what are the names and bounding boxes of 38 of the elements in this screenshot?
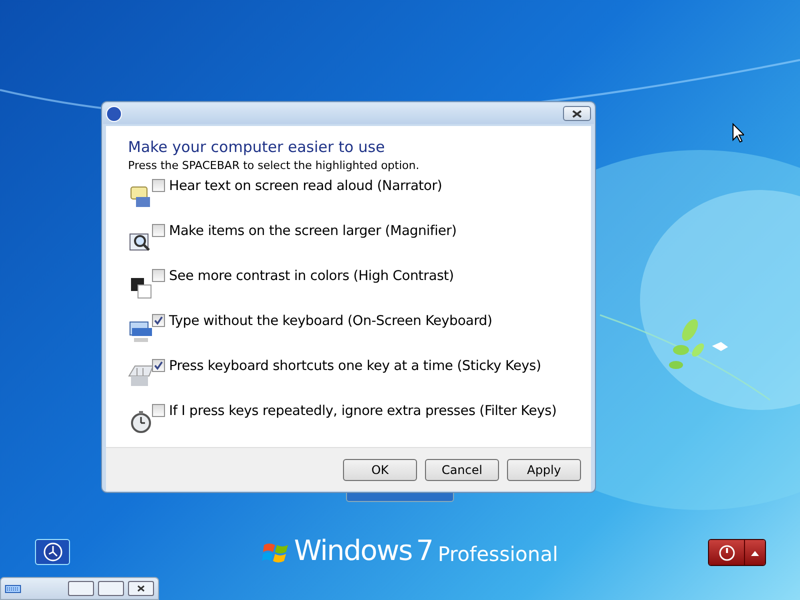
caret-icon: [751, 550, 759, 556]
option-label[interactable]: See more contrast in colors (High Contrast): [169, 267, 454, 285]
checkbox[interactable]: [152, 404, 165, 417]
edition-name: Professional: [438, 542, 558, 566]
keys-icon: [128, 363, 154, 389]
checkbox[interactable]: [152, 314, 165, 327]
bird-drawing: [712, 342, 728, 351]
option-label[interactable]: Type without the keyboard (On-Screen Keyboard): [169, 312, 492, 330]
close-button[interactable]: [128, 581, 154, 596]
close-icon: [137, 585, 145, 592]
dialog-button[interactable]: Cancel: [425, 458, 499, 480]
maximize-button[interactable]: [98, 581, 124, 596]
close-icon: [572, 110, 582, 118]
checkbox[interactable]: [152, 269, 165, 282]
version-number: 7: [416, 536, 434, 566]
branch-drawing: [669, 319, 704, 369]
checkbox[interactable]: [152, 224, 165, 237]
checkbox[interactable]: [152, 179, 165, 192]
option-label[interactable]: Press keyboard shortcuts one key at a time (Sticky Keys): [169, 357, 542, 375]
brand-name: Windows: [294, 536, 412, 566]
restore-button[interactable]: [68, 581, 94, 596]
option-label[interactable]: If I press keys repeatedly, ignore extra presses (Filter Keys): [169, 402, 557, 420]
keyboard-icon: [5, 584, 21, 592]
option-label[interactable]: Make items on the screen larger (Magnifier): [169, 222, 457, 240]
power-icon: [718, 544, 734, 560]
instruction-text: Press the SPACEBAR to select the highlighted option.: [128, 158, 420, 174]
ease-of-access-icon: [42, 542, 62, 562]
dialog-button[interactable]: Apply: [507, 458, 581, 480]
stopwatch-icon: [128, 408, 154, 434]
dialog-button[interactable]: OK: [343, 458, 417, 480]
cursor-icon: [732, 123, 744, 143]
dialog-heading: Make your computer easier to use: [128, 137, 386, 158]
shutdown-button[interactable]: [709, 540, 744, 565]
shutdown-options-button[interactable]: [744, 540, 765, 565]
option-label[interactable]: Hear text on screen read aloud (Narrator): [169, 177, 442, 195]
close-button[interactable]: [563, 106, 591, 121]
checkbox[interactable]: [152, 359, 165, 372]
ease-of-access-button[interactable]: [35, 539, 70, 565]
